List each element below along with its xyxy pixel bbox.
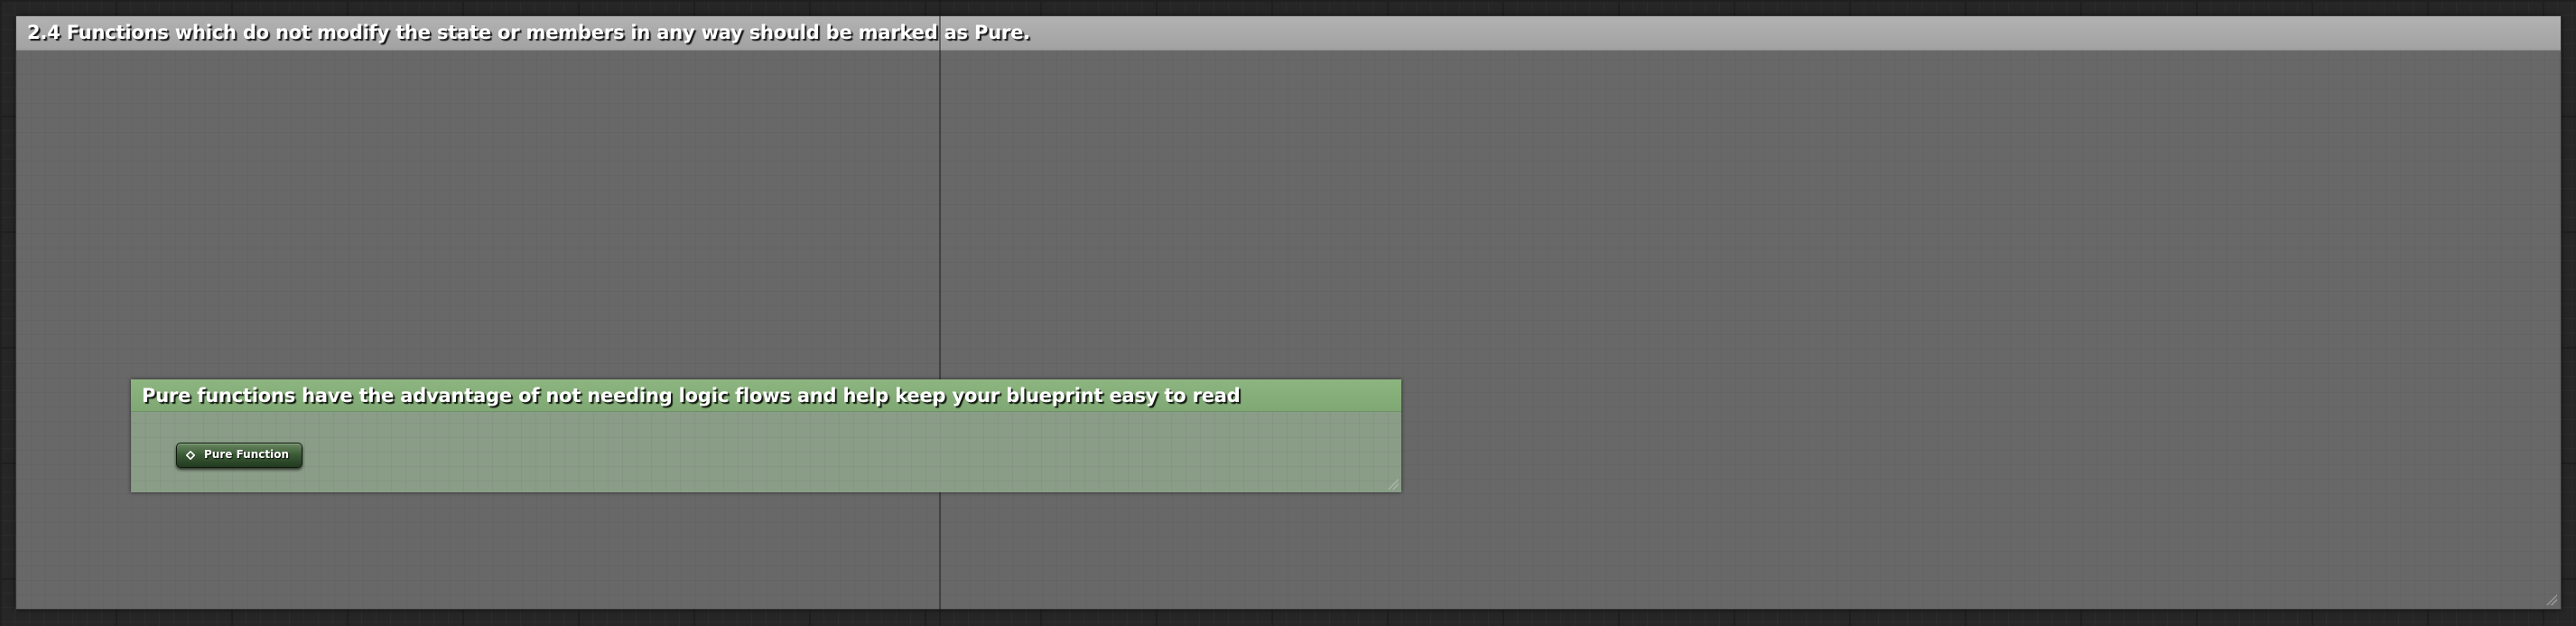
inner-comment-title: Pure functions have the advantage of not… [142,385,1241,406]
inner-comment-box[interactable]: Pure functions have the advantage of not… [131,379,1401,492]
outer-comment-resize-handle[interactable] [2546,594,2557,605]
pure-function-node-label: Pure Function [204,448,290,461]
graph-grid-axis-line [939,0,941,626]
outer-comment-header[interactable]: 2.4 Functions which do not modify the st… [16,16,2561,51]
function-diamond-icon [186,451,195,460]
pure-function-node[interactable]: Pure Function [176,443,302,468]
outer-comment-box[interactable]: 2.4 Functions which do not modify the st… [15,15,2562,610]
outer-comment-title: 2.4 Functions which do not modify the st… [27,22,1030,43]
inner-comment-resize-handle[interactable] [1388,479,1399,490]
inner-comment-header[interactable]: Pure functions have the advantage of not… [131,379,1401,412]
blueprint-graph-canvas[interactable]: 2.4 Functions which do not modify the st… [0,0,2576,626]
